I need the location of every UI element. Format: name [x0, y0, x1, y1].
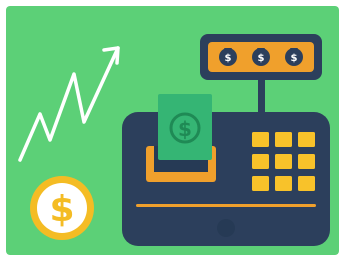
money-bag-icon: $ — [219, 48, 237, 66]
banknote-dollar-symbol: $ — [178, 117, 192, 141]
svg-text:$: $ — [291, 53, 298, 64]
register-display: $ $ $ — [200, 34, 322, 80]
cash-drawer-line — [136, 204, 316, 207]
keypad-key — [275, 154, 292, 169]
money-bag-icon: $ — [285, 48, 303, 66]
keypad-key — [252, 176, 269, 191]
coin-dollar-symbol: $ — [49, 189, 74, 230]
keypad-key — [275, 176, 292, 191]
keypad-key — [298, 154, 315, 169]
keypad-key — [275, 132, 292, 147]
money-bag-icon: $ — [252, 48, 270, 66]
keypad-key — [298, 176, 315, 191]
dollar-coin-icon: $ — [30, 176, 94, 240]
banknote-icon: $ — [158, 94, 212, 160]
keypad-key — [252, 154, 269, 169]
keypad-key — [298, 132, 315, 147]
svg-text:$: $ — [225, 53, 232, 64]
drawer-knob — [217, 219, 235, 237]
keypad-key — [252, 132, 269, 147]
register-keypad — [252, 132, 315, 191]
svg-text:$: $ — [258, 53, 265, 64]
illustration-frame: $ $ $ $ $ — [0, 0, 345, 261]
illustration-panel: $ $ $ $ $ — [6, 6, 339, 255]
cash-register-illustration: $ $ $ $ $ — [6, 6, 339, 255]
